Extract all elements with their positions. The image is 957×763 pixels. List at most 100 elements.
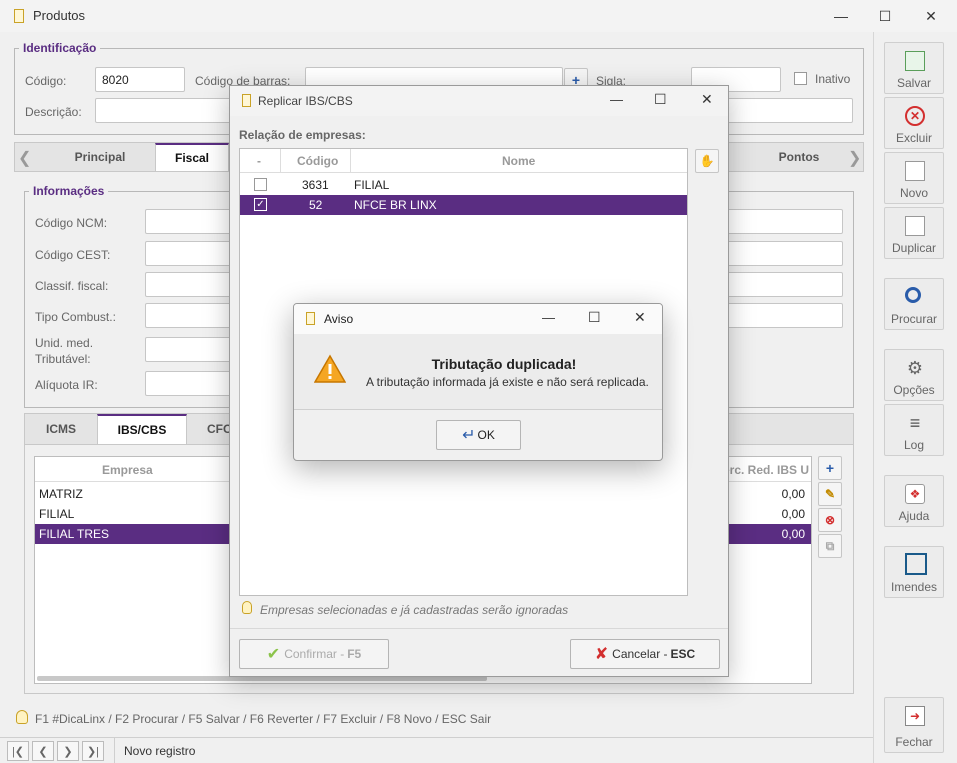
check-icon: ✔ bbox=[266, 646, 281, 663]
last-record-icon[interactable]: ❯| bbox=[82, 741, 104, 761]
first-record-icon[interactable]: |❮ bbox=[7, 741, 29, 761]
table-row[interactable]: 3631 FILIAL bbox=[240, 175, 687, 195]
inativo-checkbox[interactable] bbox=[794, 72, 807, 85]
unid-med-label: Unid. med. bbox=[35, 336, 94, 350]
unid-med-input[interactable] bbox=[145, 337, 235, 362]
dialog-divider bbox=[230, 628, 728, 629]
cell-codigo: 52 bbox=[309, 198, 323, 212]
aviso-app-icon bbox=[306, 312, 315, 325]
new-document-icon bbox=[905, 161, 925, 181]
col-divider bbox=[350, 149, 351, 173]
row-checkbox-checked[interactable]: ✓ bbox=[254, 198, 267, 211]
tab-fiscal[interactable]: Fiscal bbox=[155, 143, 229, 171]
cell-nome: NFCE BR LINX bbox=[354, 198, 437, 212]
col-check-header: - bbox=[257, 154, 261, 168]
tab-principal[interactable]: Principal bbox=[45, 143, 155, 171]
exit-door-icon: ➜ bbox=[905, 706, 925, 726]
replicar-maximize-button[interactable]: ☐ bbox=[654, 91, 667, 108]
procurar-button[interactable]: Procurar bbox=[884, 278, 944, 330]
enter-arrow-icon: ↵ bbox=[462, 427, 476, 444]
relacao-label: Relação de empresas: bbox=[239, 128, 366, 142]
table-row[interactable]: ✓ 52 NFCE BR LINX bbox=[240, 195, 687, 215]
hotkeys-hint: F1 #DicaLinx / F2 Procurar / F5 Salvar /… bbox=[35, 712, 492, 726]
search-icon bbox=[905, 287, 921, 303]
duplicate-icon bbox=[905, 216, 925, 236]
opcoes-label: Opções bbox=[893, 383, 935, 397]
aviso-close-button[interactable]: ✕ bbox=[634, 309, 646, 326]
codigo-input[interactable]: 8020 bbox=[95, 67, 185, 92]
prev-record-icon[interactable]: ❮ bbox=[32, 741, 54, 761]
ajuda-label: Ajuda bbox=[898, 509, 930, 523]
identificacao-legend: Identificação bbox=[23, 41, 97, 55]
minimize-button[interactable]: — bbox=[818, 0, 864, 32]
cancelar-button[interactable]: ✘ Cancelar - ESC bbox=[570, 639, 720, 669]
edit-row-button[interactable]: ✎ bbox=[818, 482, 842, 506]
window-title: Produtos bbox=[33, 8, 86, 23]
novo-button[interactable]: Novo bbox=[884, 152, 944, 204]
next-record-icon[interactable]: ❯ bbox=[57, 741, 79, 761]
cancel-x-icon: ✘ bbox=[594, 646, 609, 663]
col-red-header: erc. Red. IBS U bbox=[722, 463, 809, 477]
replicar-app-icon bbox=[242, 94, 251, 107]
copy-row-button[interactable]: ⧉ bbox=[818, 534, 842, 558]
maximize-button[interactable]: ☐ bbox=[862, 0, 908, 32]
confirmar-button[interactable]: ✔ Confirmar - F5 bbox=[239, 639, 389, 669]
statusbar: |❮ ❮ ❯ ❯| Novo registro bbox=[0, 737, 873, 763]
aliquota-ir-input[interactable] bbox=[145, 371, 235, 396]
cell-empresa: FILIAL bbox=[39, 507, 75, 521]
codigo-label: Código: bbox=[25, 74, 67, 88]
tab-prev-icon[interactable]: ❮ bbox=[18, 148, 31, 168]
fechar-label: Fechar bbox=[895, 735, 933, 749]
tab-ibs-cbs[interactable]: IBS/CBS bbox=[97, 414, 187, 444]
tributavel-label: Tributável: bbox=[35, 352, 91, 366]
close-button[interactable]: ✕ bbox=[908, 0, 954, 32]
aviso-maximize-button[interactable]: ☐ bbox=[588, 309, 601, 326]
status-text: Novo registro bbox=[124, 744, 196, 758]
tab-next-icon[interactable]: ❯ bbox=[848, 148, 861, 168]
opcoes-button[interactable]: ⚙ Opções bbox=[884, 349, 944, 401]
salvar-button[interactable]: Salvar bbox=[884, 42, 944, 94]
replicar-titlebar: Replicar IBS/CBS — ☐ ✕ bbox=[230, 86, 728, 116]
tab-pontos[interactable]: Pontos bbox=[745, 143, 853, 171]
delete-icon: ✕ bbox=[905, 106, 925, 126]
confirmar-key: F5 bbox=[347, 647, 362, 661]
tab-icms[interactable]: ICMS bbox=[25, 414, 97, 444]
log-label: Log bbox=[903, 438, 925, 452]
delete-row-button[interactable]: ⊗ bbox=[818, 508, 842, 532]
aviso-titlebar: Aviso — ☐ ✕ bbox=[294, 304, 662, 334]
duplicar-label: Duplicar bbox=[891, 241, 936, 255]
cancelar-label: Cancelar - bbox=[612, 647, 668, 661]
cancelar-key: ESC bbox=[670, 647, 696, 661]
duplicar-button[interactable]: Duplicar bbox=[884, 207, 944, 259]
replicar-title: Replicar IBS/CBS bbox=[258, 94, 353, 108]
replicar-minimize-button[interactable]: — bbox=[610, 92, 623, 107]
save-icon bbox=[905, 51, 925, 71]
aviso-minimize-button[interactable]: — bbox=[542, 310, 555, 325]
log-button[interactable]: ≡ Log bbox=[884, 404, 944, 456]
add-row-button[interactable]: + bbox=[818, 456, 842, 480]
inativo-label: Inativo bbox=[815, 72, 851, 86]
empresas-grid-header: - Código Nome bbox=[240, 149, 687, 173]
cell-nome: FILIAL bbox=[354, 178, 390, 192]
excluir-button[interactable]: ✕ Excluir bbox=[884, 97, 944, 149]
salvar-label: Salvar bbox=[896, 76, 931, 90]
imendes-button[interactable]: Imendes bbox=[884, 546, 944, 598]
replicar-close-button[interactable]: ✕ bbox=[701, 91, 713, 108]
app-icon bbox=[14, 9, 24, 23]
informacoes-legend: Informações bbox=[33, 184, 105, 198]
tipo-combust-label: Tipo Combust.: bbox=[35, 310, 116, 324]
row-checkbox[interactable] bbox=[254, 178, 267, 191]
gear-icon: ⚙ bbox=[906, 358, 924, 378]
cest-label: Código CEST: bbox=[35, 248, 111, 262]
aliquota-ir-label: Alíquota IR: bbox=[35, 378, 98, 392]
select-all-hand-button[interactable]: ✋ bbox=[695, 149, 719, 173]
aviso-message: A tributação informada já existe e não s… bbox=[366, 375, 649, 389]
window-titlebar: Produtos — ☐ ✕ bbox=[0, 0, 957, 32]
lightbulb-icon bbox=[16, 710, 28, 724]
novo-label: Novo bbox=[899, 186, 928, 200]
ok-button[interactable]: ↵ OK bbox=[436, 420, 521, 450]
aviso-heading: Tributação duplicada! bbox=[431, 356, 577, 372]
fechar-button[interactable]: ➜ Fechar bbox=[884, 697, 944, 753]
ajuda-button[interactable]: ❖ Ajuda bbox=[884, 475, 944, 527]
cell-codigo: 3631 bbox=[302, 178, 329, 192]
